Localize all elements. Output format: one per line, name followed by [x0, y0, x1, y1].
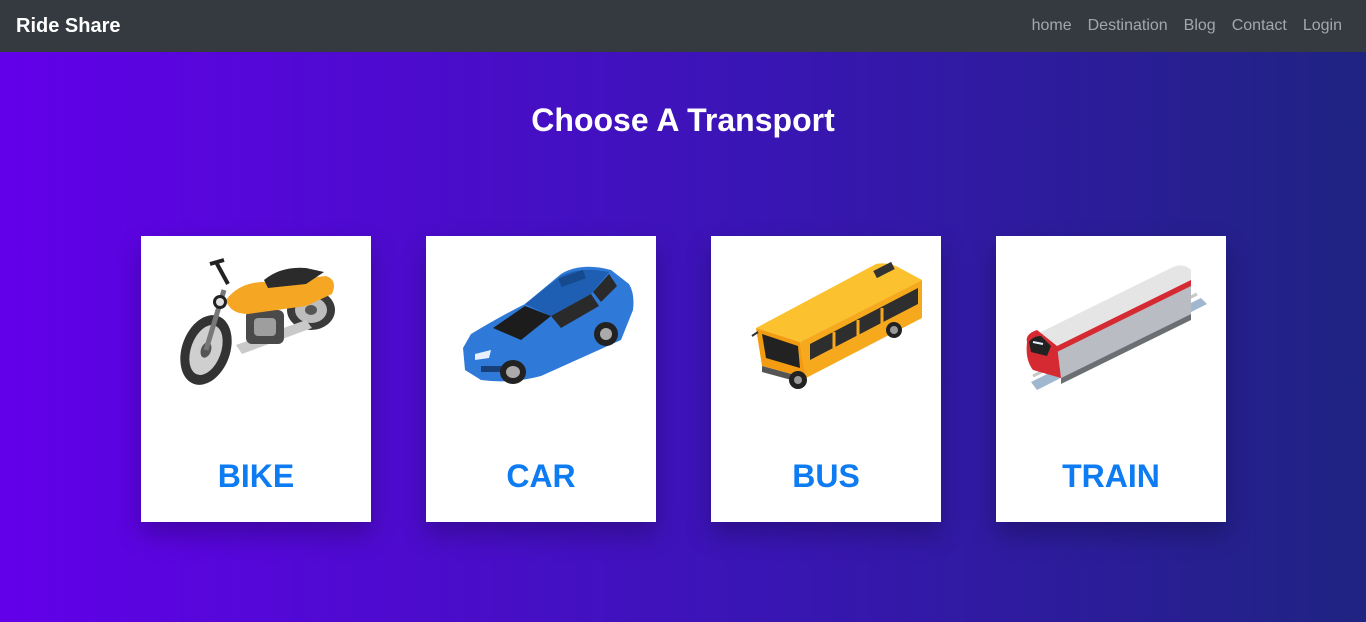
brand-link[interactable]: Ride Share	[16, 15, 120, 38]
card-label-bus: BUS	[792, 458, 860, 494]
nav-link-home[interactable]: home	[1024, 17, 1080, 35]
car-icon	[463, 266, 634, 384]
card-label-car: CAR	[506, 458, 576, 494]
card-label-bike: BIKE	[217, 458, 295, 494]
nav-link-contact[interactable]: Contact	[1224, 17, 1295, 35]
transport-card-car[interactable]: CAR	[426, 236, 656, 522]
bus-icon	[751, 261, 922, 389]
nav-links: home Destination Blog Contact Login	[1024, 17, 1350, 35]
transport-card-bike[interactable]: BIKE	[141, 236, 371, 522]
train-icon	[1026, 265, 1207, 390]
nav-link-blog[interactable]: Blog	[1176, 17, 1224, 35]
transport-cards: BIKE CAR BUS TRAIN	[141, 236, 1226, 522]
navbar: Ride Share home Destination Blog Contact…	[0, 0, 1366, 52]
page-title: Choose A Transport	[531, 102, 835, 138]
motorbike-icon	[180, 258, 335, 385]
nav-link-destination[interactable]: Destination	[1080, 17, 1176, 35]
transport-card-train[interactable]: TRAIN	[996, 236, 1226, 522]
nav-link-login[interactable]: Login	[1295, 17, 1350, 35]
transport-card-bus[interactable]: BUS	[711, 236, 941, 522]
card-label-train: TRAIN	[1062, 458, 1160, 494]
